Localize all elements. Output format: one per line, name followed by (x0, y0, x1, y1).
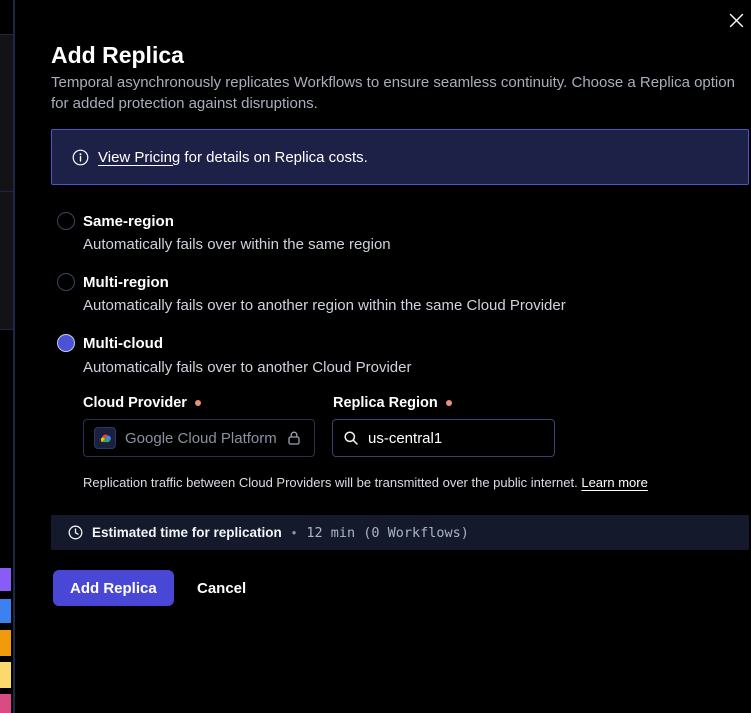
namespace-color-chip-yellow (0, 662, 11, 688)
radio-multi-cloud[interactable] (57, 334, 75, 352)
estimate-value: 12 min (0 Workflows) (306, 525, 469, 541)
info-icon (72, 149, 89, 166)
cloud-provider-label-text: Cloud Provider (83, 395, 187, 411)
radio-multi-region-label[interactable]: Multi-region (83, 274, 169, 291)
view-pricing-link[interactable]: View Pricing (98, 149, 180, 166)
radio-multi-region-description: Automatically fails over to another regi… (83, 297, 566, 314)
namespace-color-chip-pink (0, 694, 11, 713)
underlay-row (0, 192, 13, 329)
namespace-color-chip-orange (0, 630, 11, 656)
modal-title: Add Replica (51, 42, 184, 69)
lock-icon (286, 430, 302, 446)
namespace-color-chip-blue (0, 599, 11, 623)
underlay-divider (0, 329, 13, 330)
required-dot (446, 400, 452, 406)
estimate-label: Estimated time for replication (92, 525, 282, 540)
public-internet-note: Replication traffic between Cloud Provid… (83, 475, 648, 490)
cloud-provider-label: Cloud Provider (83, 395, 201, 411)
radio-multi-region[interactable] (57, 273, 75, 291)
radio-multi-cloud-label[interactable]: Multi-cloud (83, 335, 163, 352)
close-button[interactable] (720, 4, 751, 36)
cloud-provider-value: Google Cloud Platform (125, 430, 277, 447)
estimate-banner: Estimated time for replication • 12 min … (51, 515, 749, 550)
close-icon (729, 13, 744, 28)
add-replica-modal: Add Replica Temporal asynchronously repl… (15, 0, 751, 713)
modal-description: Temporal asynchronously replicates Workf… (51, 72, 747, 114)
replica-region-input[interactable]: us-central1 (332, 419, 555, 457)
replica-region-label-text: Replica Region (333, 395, 438, 411)
clock-icon (68, 525, 83, 540)
radio-same-region-description: Automatically fails over within the same… (83, 236, 391, 253)
pricing-info-banner: View Pricing for details on Replica cost… (51, 129, 749, 185)
pricing-banner-text: View Pricing for details on Replica cost… (98, 149, 368, 166)
learn-more-link[interactable]: Learn more (581, 475, 647, 490)
replica-region-label: Replica Region (333, 395, 452, 411)
gcp-logo-icon (94, 427, 116, 449)
pricing-banner-suffix: for details on Replica costs. (180, 149, 368, 166)
search-icon (343, 430, 359, 446)
background-page-strip (0, 0, 13, 713)
estimate-separator: • (292, 525, 297, 540)
add-replica-button[interactable]: Add Replica (53, 570, 174, 606)
namespace-color-chip-purple (0, 568, 11, 591)
underlay-row (0, 35, 13, 191)
radio-same-region-label[interactable]: Same-region (83, 213, 174, 230)
screen: Add Replica Temporal asynchronously repl… (0, 0, 751, 713)
required-dot (195, 400, 201, 406)
replica-region-value: us-central1 (368, 430, 442, 447)
note-text: Replication traffic between Cloud Provid… (83, 475, 581, 490)
cloud-provider-select: Google Cloud Platform (83, 419, 315, 457)
radio-same-region[interactable] (57, 212, 75, 230)
radio-multi-cloud-description: Automatically fails over to another Clou… (83, 359, 412, 376)
cancel-button[interactable]: Cancel (195, 570, 248, 606)
